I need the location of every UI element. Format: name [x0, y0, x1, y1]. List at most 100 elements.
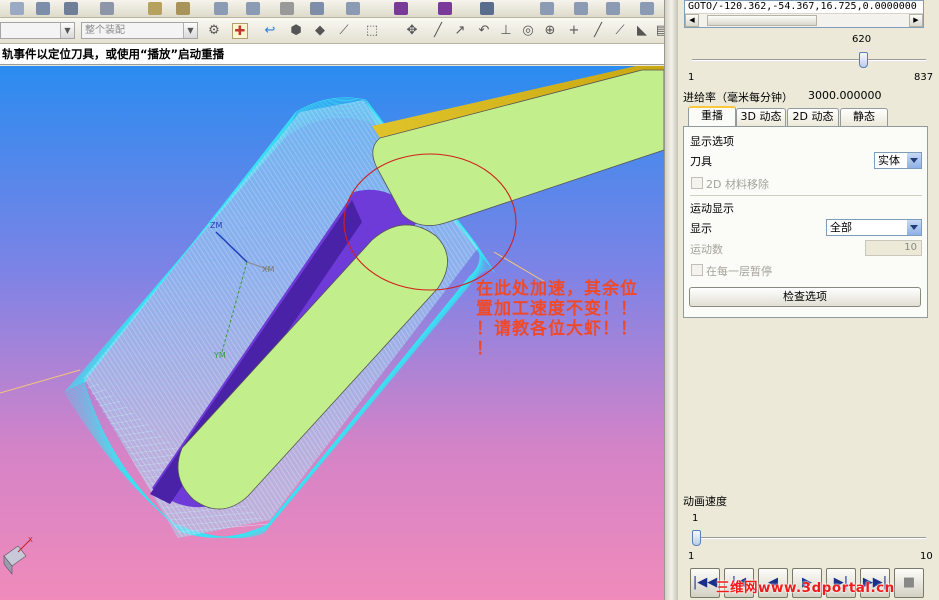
feedrate-label: 进给率（毫米每分钟） [683, 91, 793, 104]
grid-icon[interactable] [64, 2, 78, 15]
chevron-down-icon [906, 153, 921, 168]
motion-display-select[interactable]: 全部 [826, 219, 922, 236]
anim-speed-max: 10 [920, 551, 933, 562]
face-icon[interactable]: ◆ [312, 23, 328, 39]
type-filter-combo[interactable]: ▼ [0, 22, 75, 39]
motion-count-label: 运动数 [690, 243, 723, 256]
view-triad-x-label: X [28, 536, 33, 544]
replay-tab-body: 显示选项 刀具 实体 2D 材料移除 运动显示 显示 全部 运动数 10 在每一… [683, 126, 928, 318]
motion-display-title: 运动显示 [690, 202, 734, 215]
pause-each-layer-label: 在每一层暂停 [706, 265, 772, 278]
position-max: 837 [914, 72, 934, 83]
mill-icon[interactable] [176, 2, 190, 15]
tab-static[interactable]: 静态 [840, 108, 888, 126]
triad-zm-label: ZM [210, 221, 222, 230]
position-current: 620 [852, 34, 872, 45]
motion-count-field[interactable]: 10 [865, 240, 922, 256]
open-icon[interactable] [10, 2, 24, 15]
anim-speed-current: 1 [692, 513, 699, 524]
edge-icon[interactable]: ⟋ [336, 23, 352, 39]
position-slider-thumb[interactable] [858, 52, 868, 68]
shop-doc-icon[interactable] [540, 2, 554, 15]
tool-display-select[interactable]: 实体 [874, 152, 922, 169]
goto-hscrollbar[interactable]: ◀ ▶ [685, 13, 923, 27]
main-toolbar [0, 0, 670, 18]
scroll-thumb[interactable] [707, 15, 817, 26]
scope-combo[interactable]: 整个装配 ▼ [81, 22, 198, 39]
triad-ym-label: YM [213, 351, 226, 360]
play-path-icon[interactable] [394, 2, 408, 15]
postprocess-icon[interactable] [480, 2, 494, 15]
annotation-line: ！ [476, 339, 494, 359]
copy-icon[interactable] [246, 2, 260, 15]
goto-text: GOTO/-120.362,-54.367,16.725,0.0000000 [688, 1, 917, 12]
display-label: 显示 [690, 222, 712, 235]
triad-xm-label: XM [262, 265, 274, 274]
animation-speed-label: 动画速度 [683, 495, 727, 508]
quadrant-icon[interactable]: ⊕ [542, 23, 558, 39]
drill-icon[interactable] [214, 2, 228, 15]
shape-icon[interactable]: ◣ [634, 23, 650, 39]
generate-icon[interactable] [346, 2, 360, 15]
list-icon[interactable] [574, 2, 588, 15]
box-select-icon[interactable]: ⬚ [364, 23, 380, 39]
panel-splitter[interactable] [664, 0, 678, 600]
chevron-down-icon: ▼ [183, 23, 197, 38]
tab-3d-dynamic[interactable]: 3D 动态 [736, 108, 786, 126]
filter-icon[interactable]: ⚙ [206, 23, 222, 39]
chevron-down-icon: ▼ [60, 23, 74, 38]
scroll-left-button[interactable]: ◀ [685, 14, 699, 27]
anim-speed-thumb[interactable] [692, 530, 701, 546]
cube-icon[interactable] [36, 2, 50, 15]
tab-2d-dynamic[interactable]: 2D 动态 [787, 108, 839, 126]
anim-speed-track[interactable] [692, 537, 926, 540]
tangent-icon[interactable]: ⟋ [612, 23, 628, 39]
view-triad: X [3, 536, 33, 575]
position-slider-track[interactable] [692, 59, 926, 62]
snap-point-icon[interactable]: ✚ [232, 23, 248, 39]
move-icon[interactable]: ✥ [404, 23, 420, 39]
divider [690, 195, 922, 196]
display-options-title: 显示选项 [690, 135, 734, 148]
tool-icon[interactable] [100, 2, 114, 15]
annotation-line: ！请教各位大虾！！ [476, 319, 638, 339]
tool-display-value: 实体 [878, 154, 900, 167]
annotation-text: 在此处加速，其余位 置加工速度不变！！ ！请教各位大虾！！ ！ [476, 279, 664, 359]
properties-icon[interactable] [310, 2, 324, 15]
stop-button[interactable]: ■ [894, 568, 924, 598]
midpoint-icon[interactable]: ╱ [590, 23, 606, 39]
chevron-down-icon [906, 220, 921, 235]
scroll-right-button[interactable]: ▶ [909, 14, 923, 27]
output-icon[interactable] [606, 2, 620, 15]
center-icon[interactable]: ◎ [520, 23, 536, 39]
tool-path-visualization-panel: GOTO/-120.362,-54.367,16.725,0.0000000 ◀… [678, 0, 939, 600]
undo-arrow-icon[interactable]: ↩ [262, 23, 278, 39]
curve-icon[interactable]: ↶ [476, 23, 492, 39]
line-icon[interactable]: ╱ [430, 23, 446, 39]
tab-replay[interactable]: 重播 [688, 106, 736, 127]
check-options-button[interactable]: 检查选项 [689, 287, 921, 307]
body-icon[interactable]: ⬢ [288, 23, 304, 39]
pause-each-layer-checkbox[interactable] [691, 264, 703, 276]
graphics-viewport[interactable]: ZM XM YM X 在此处加速，其余位 置加工速度不变！！ ！请教各位大虾！！… [0, 66, 664, 600]
material-removal-label: 2D 材料移除 [706, 178, 769, 191]
watermark: 三维网www.3dportal.cn [716, 580, 895, 596]
feedrate-value: 3000.000000 [808, 89, 882, 102]
info-icon[interactable] [640, 2, 654, 15]
delete-icon[interactable] [280, 2, 294, 15]
vertex-icon[interactable]: ⊥ [498, 23, 514, 39]
verify-icon[interactable] [438, 2, 452, 15]
arc-point-icon[interactable]: ↗ [452, 23, 468, 39]
cut-icon[interactable] [148, 2, 162, 15]
anim-speed-min: 1 [688, 551, 695, 562]
selection-toolbar: ▼ 整个装配 ▼ ⚙ ✚ ↩ ⬢ ◆ ⟋ ⬚ ✥ ╱ ↗ ↶ ⊥ ◎ ⊕ + ╱… [0, 18, 670, 44]
goto-listing[interactable]: GOTO/-120.362,-54.367,16.725,0.0000000 ◀… [684, 0, 924, 28]
leader-line [493, 251, 546, 283]
annotation-line: 在此处加速，其余位 [476, 279, 638, 299]
scope-value: 整个装配 [85, 25, 125, 36]
tool-label: 刀具 [690, 155, 712, 168]
material-removal-checkbox[interactable] [691, 177, 703, 189]
cue-line: 轨事件以定位刀具，或使用“播放”启动重播 [0, 44, 670, 65]
cross-icon[interactable]: + [566, 23, 582, 39]
position-min: 1 [688, 72, 695, 83]
